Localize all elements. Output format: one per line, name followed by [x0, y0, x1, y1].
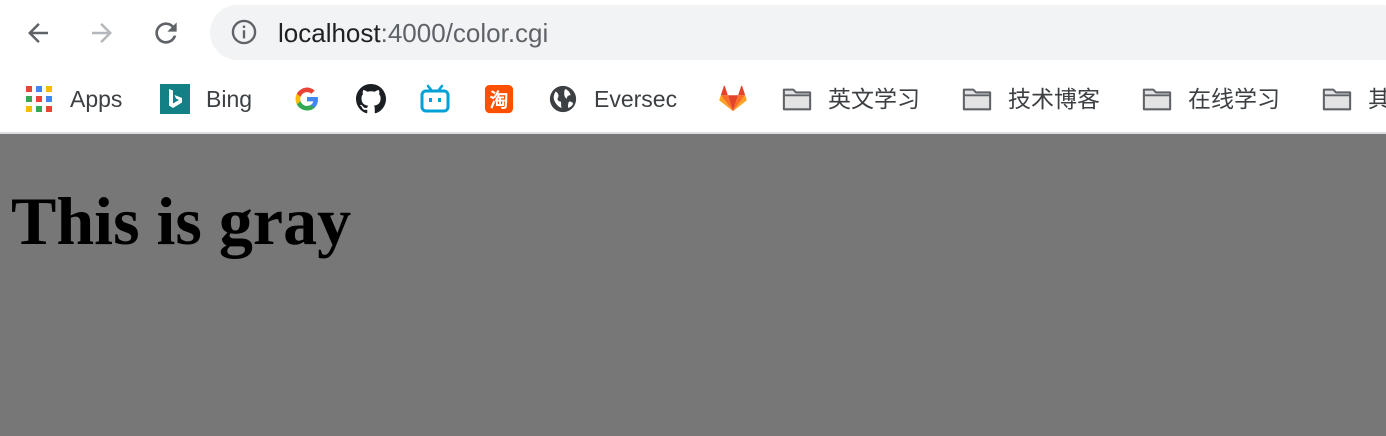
page-content: This is gray [0, 134, 1386, 436]
folder-icon [1142, 84, 1172, 114]
folder-icon [782, 84, 812, 114]
bookmark-folder-tech-blogs[interactable]: 技术博客 [962, 82, 1100, 116]
taobao-icon: 淘 [484, 84, 514, 114]
bookmark-label: 在线学习 [1188, 86, 1280, 112]
folder-icon [1322, 84, 1352, 114]
bookmark-folder-other[interactable]: 其 [1322, 82, 1386, 116]
page-heading: This is gray [11, 183, 352, 259]
bookmark-google[interactable] [292, 82, 322, 116]
bookmark-label: 其 [1368, 84, 1386, 114]
bookmark-folder-online-learning[interactable]: 在线学习 [1142, 82, 1280, 116]
bookmark-label: Bing [206, 86, 253, 112]
address-bar[interactable]: localhost:4000/color.cgi [210, 5, 1386, 60]
globe-icon [548, 84, 578, 114]
bookmark-label: Apps [70, 86, 123, 112]
address-bar-url[interactable]: localhost:4000/color.cgi [278, 18, 548, 48]
bookmark-apps[interactable]: Apps [24, 82, 122, 116]
bookmark-eversec[interactable]: Eversec [548, 82, 677, 116]
gitlab-icon [718, 84, 748, 114]
browser-toolbar: localhost:4000/color.cgi [0, 0, 1386, 66]
bing-icon [160, 84, 190, 114]
site-info-icon[interactable] [230, 18, 258, 46]
forward-arrow-icon [92, 23, 112, 43]
bilibili-icon [420, 84, 450, 114]
back-button[interactable] [18, 13, 58, 53]
bookmark-bing[interactable]: Bing [160, 82, 252, 116]
folder-icon [962, 84, 992, 114]
url-host: localhost [278, 18, 381, 48]
bookmarks-bar: Apps Bing 淘 Eversec 英文学习 技术博客 在线学习 [0, 66, 1386, 134]
bookmark-label: Eversec [594, 86, 678, 112]
bookmark-label: 英文学习 [828, 86, 920, 112]
github-icon [356, 84, 386, 114]
google-icon [292, 84, 322, 114]
bookmark-github[interactable] [356, 82, 386, 116]
bookmark-gitlab[interactable] [718, 82, 748, 116]
reload-button[interactable] [146, 13, 186, 53]
bookmark-taobao[interactable]: 淘 [484, 82, 514, 116]
apps-grid-icon [24, 84, 54, 114]
bookmark-label: 技术博客 [1008, 86, 1100, 112]
url-path: :4000/color.cgi [380, 18, 549, 48]
svg-text:淘: 淘 [490, 89, 509, 112]
forward-button[interactable] [82, 13, 122, 53]
back-arrow-icon [28, 23, 48, 43]
bookmark-folder-english-learning[interactable]: 英文学习 [782, 82, 920, 116]
reload-icon [155, 22, 177, 44]
bookmark-bilibili[interactable] [420, 82, 450, 116]
